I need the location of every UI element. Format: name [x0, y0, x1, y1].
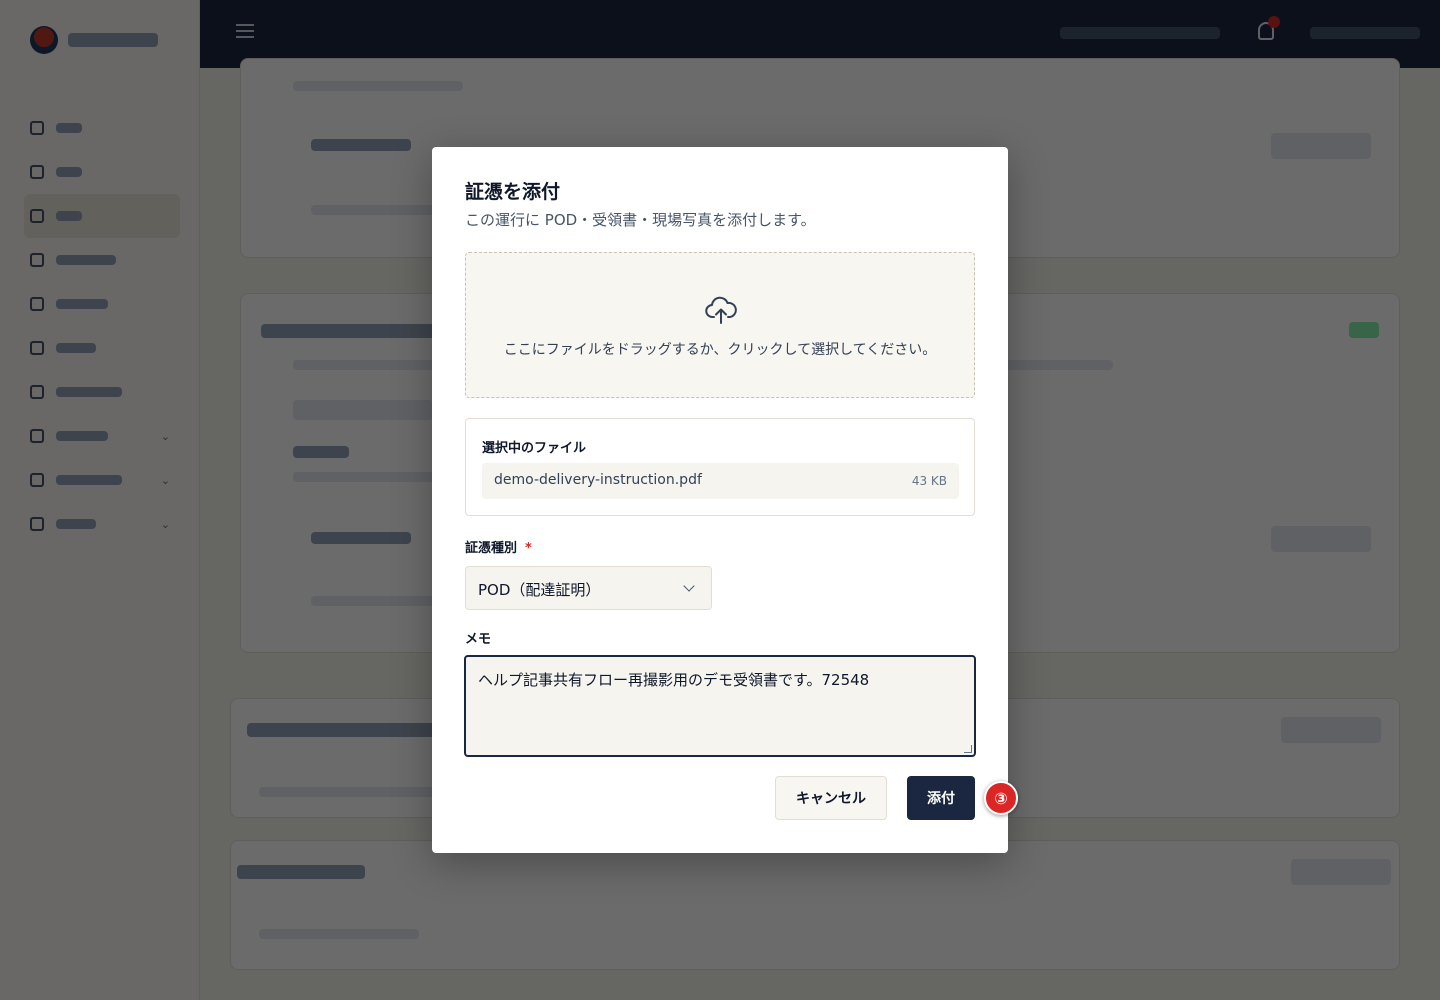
selected-files-panel: 選択中のファイル demo-delivery-instruction.pdf 4…	[465, 418, 975, 516]
dropzone-text: ここにファイルをドラッグするか、クリックして選択してください。	[503, 342, 937, 358]
dialog-description: この運行に POD・受領書・現場写真を添付します。	[465, 211, 816, 229]
resize-handle[interactable]	[964, 745, 972, 753]
evidence-type-label: 証憑種別 *	[465, 537, 532, 556]
file-dropzone[interactable]: ここにファイルをドラッグするか、クリックして選択してください。	[465, 252, 975, 398]
evidence-type-select[interactable]: POD（配達証明）	[465, 566, 712, 610]
memo-value: ヘルプ記事共有フロー再撮影用のデモ受領書です。72548	[478, 671, 870, 689]
evidence-type-value: POD（配達証明）	[478, 581, 601, 599]
file-size: 43 KB	[911, 474, 947, 488]
chevron-down-icon	[683, 580, 695, 592]
step-marker-badge: ③	[984, 781, 1018, 815]
cloud-upload-icon	[705, 296, 737, 324]
file-list-item: demo-delivery-instruction.pdf 43 KB	[482, 463, 959, 499]
required-mark: *	[525, 541, 532, 556]
dialog-title: 証憑を添付	[465, 181, 561, 203]
attach-evidence-dialog: 証憑を添付 この運行に POD・受領書・現場写真を添付します。 ここにファイルを…	[432, 147, 1008, 853]
attach-button[interactable]: 添付	[907, 776, 975, 820]
cancel-button[interactable]: キャンセル	[775, 776, 887, 820]
selected-files-heading: 選択中のファイル	[482, 441, 587, 456]
memo-textarea[interactable]: ヘルプ記事共有フロー再撮影用のデモ受領書です。72548	[464, 655, 976, 757]
file-name: demo-delivery-instruction.pdf	[494, 472, 702, 488]
memo-label: メモ	[465, 632, 492, 647]
evidence-type-label-text: 証憑種別	[465, 541, 518, 556]
